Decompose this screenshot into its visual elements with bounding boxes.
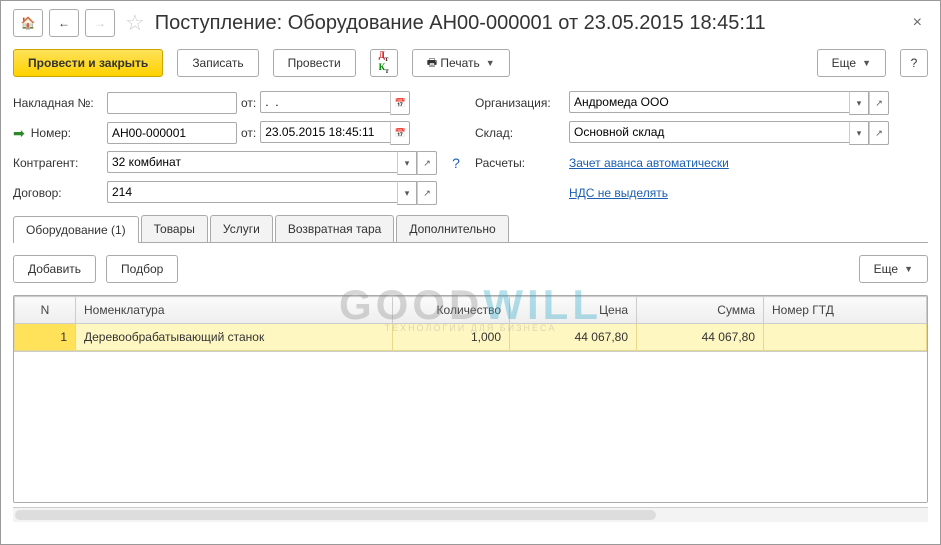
add-row-button[interactable]: Добавить <box>13 255 96 283</box>
open-button[interactable]: ↗ <box>869 91 889 115</box>
table-row[interactable]: 1 Деревообрабатывающий станок 1,000 44 0… <box>15 324 927 351</box>
chevron-down-icon: ▼ <box>862 58 871 68</box>
invoice-number-input[interactable] <box>107 92 237 114</box>
chevron-down-icon: ▼ <box>486 58 495 68</box>
col-price[interactable]: Цена <box>510 297 637 324</box>
organization-label: Организация: <box>475 96 565 110</box>
open-button[interactable]: ↗ <box>869 121 889 145</box>
col-qty[interactable]: Количество <box>393 297 510 324</box>
home-button[interactable]: 🏠 <box>13 9 43 37</box>
number-label: Номер: <box>31 126 71 140</box>
print-button[interactable]: 🖶 Печать▼ <box>412 49 510 77</box>
invoice-number-label: Накладная №: <box>13 96 103 110</box>
calendar-button[interactable]: 📅 <box>390 121 410 145</box>
tab-goods[interactable]: Товары <box>141 215 208 242</box>
dropdown-button[interactable]: ▾ <box>849 91 869 115</box>
equipment-table: N Номенклатура Количество Цена Сумма Ном… <box>13 295 928 503</box>
cell-n: 1 <box>15 324 76 351</box>
dropdown-button[interactable]: ▾ <box>397 151 417 175</box>
forward-button[interactable]: → <box>85 9 115 37</box>
pick-button[interactable]: Подбор <box>106 255 178 283</box>
close-button[interactable]: × <box>907 14 928 32</box>
col-nomenclature[interactable]: Номенклатура <box>76 297 393 324</box>
favorite-star-icon[interactable]: ☆ <box>125 10 145 36</box>
col-gtd[interactable]: Номер ГТД <box>764 297 927 324</box>
invoice-date-input[interactable] <box>260 91 390 113</box>
open-button[interactable]: ↗ <box>417 151 437 175</box>
cell-gtd[interactable] <box>764 324 927 351</box>
tab-additional[interactable]: Дополнительно <box>396 215 508 242</box>
post-button[interactable]: Провести <box>273 49 356 77</box>
contract-input[interactable] <box>107 181 397 203</box>
counterparty-input[interactable] <box>107 151 397 173</box>
scrollbar-thumb[interactable] <box>15 510 656 520</box>
table-more-button[interactable]: Еще▼ <box>859 255 928 283</box>
tab-equipment[interactable]: Оборудование (1) <box>13 216 139 243</box>
number-input[interactable] <box>107 122 237 144</box>
cell-qty[interactable]: 1,000 <box>393 324 510 351</box>
warehouse-input[interactable] <box>569 121 849 143</box>
settlements-link[interactable]: Зачет аванса автоматически <box>569 156 729 170</box>
invoice-from-label: от: <box>241 96 256 110</box>
horizontal-scrollbar[interactable] <box>13 507 928 522</box>
save-button[interactable]: Записать <box>177 49 258 77</box>
counterparty-help-icon[interactable]: ? <box>441 155 471 171</box>
posted-icon: ➡ <box>13 125 25 142</box>
organization-input[interactable] <box>569 91 849 113</box>
number-date-input[interactable] <box>260 121 390 143</box>
page-title: Поступление: Оборудование АН00-000001 от… <box>155 12 766 35</box>
number-from-label: от: <box>241 126 256 140</box>
calendar-button[interactable]: 📅 <box>390 91 410 115</box>
cell-sum[interactable]: 44 067,80 <box>637 324 764 351</box>
vat-link[interactable]: НДС не выделять <box>569 186 668 200</box>
more-button[interactable]: Еще▼ <box>817 49 886 77</box>
open-button[interactable]: ↗ <box>417 181 437 205</box>
warehouse-label: Склад: <box>475 126 565 140</box>
cell-price[interactable]: 44 067,80 <box>510 324 637 351</box>
settlements-label: Расчеты: <box>475 156 565 170</box>
table-empty-area[interactable] <box>14 351 927 502</box>
cell-nomenclature[interactable]: Деревообрабатывающий станок <box>76 324 393 351</box>
counterparty-label: Контрагент: <box>13 156 103 170</box>
dt-kt-button[interactable]: ДтКт <box>370 49 398 77</box>
tab-services[interactable]: Услуги <box>210 215 273 242</box>
col-sum[interactable]: Сумма <box>637 297 764 324</box>
dropdown-button[interactable]: ▾ <box>397 181 417 205</box>
dropdown-button[interactable]: ▾ <box>849 121 869 145</box>
tab-returnable[interactable]: Возвратная тара <box>275 215 395 242</box>
printer-icon: 🖶 <box>427 54 437 73</box>
back-button[interactable]: ← <box>49 9 79 37</box>
post-and-close-button[interactable]: Провести и закрыть <box>13 49 163 77</box>
help-button[interactable]: ? <box>900 49 928 77</box>
col-n[interactable]: N <box>15 297 76 324</box>
chevron-down-icon: ▼ <box>904 264 913 274</box>
contract-label: Договор: <box>13 186 103 200</box>
